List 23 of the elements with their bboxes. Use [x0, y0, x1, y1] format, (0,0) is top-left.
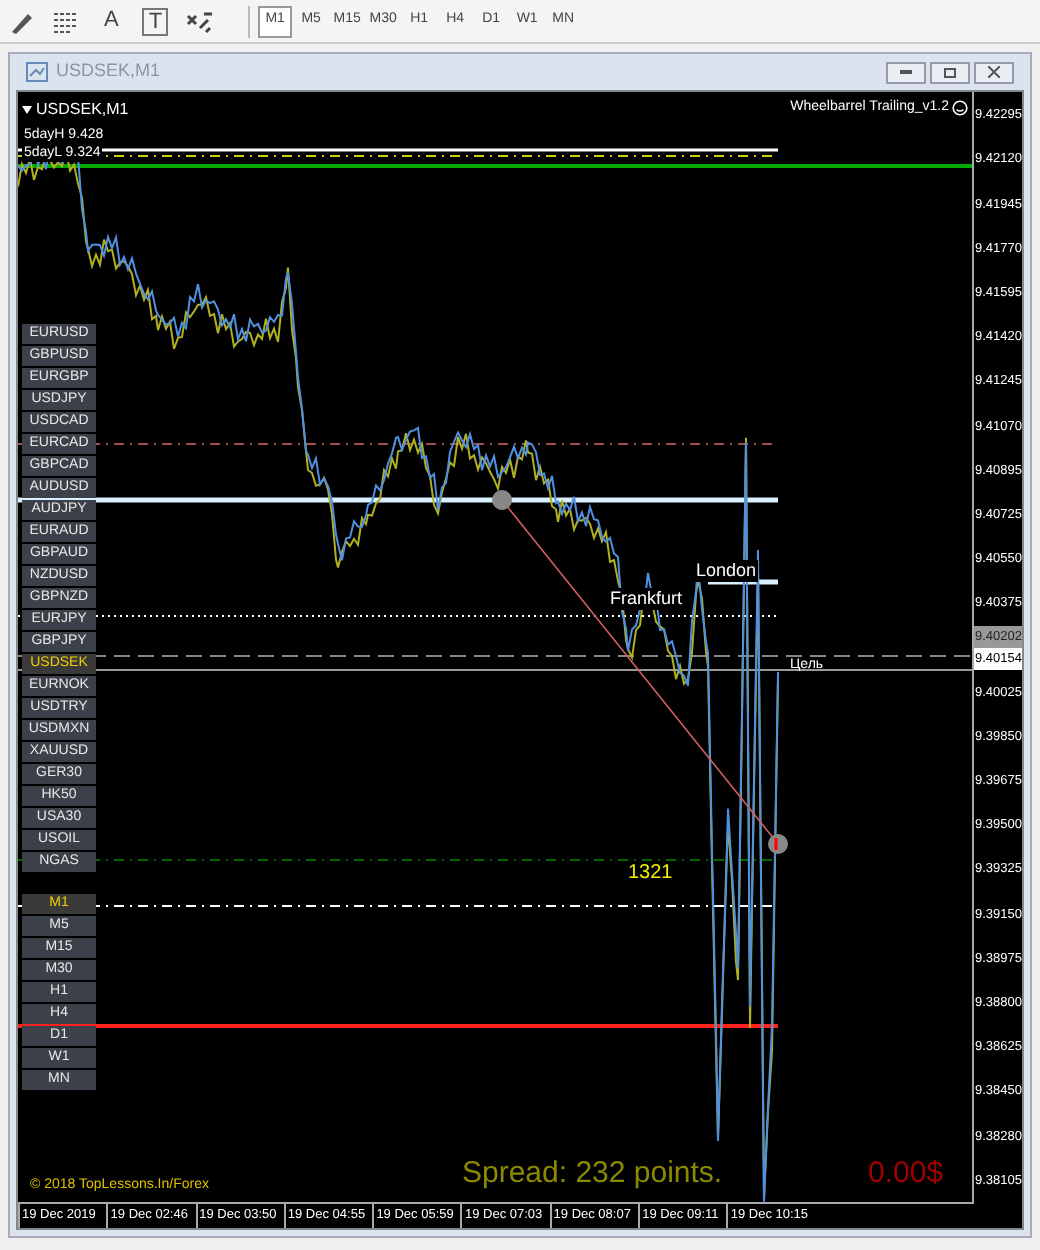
minimize-button[interactable] [886, 61, 926, 83]
close-button[interactable] [974, 61, 1014, 83]
lines-icon[interactable] [52, 7, 80, 35]
close-icon [988, 66, 1000, 78]
restore-button[interactable] [930, 61, 970, 83]
session-label: Frankfurt [608, 588, 685, 610]
spread-text: Spread: 232 points. [462, 1156, 723, 1192]
arrows-icon[interactable] [184, 7, 217, 35]
window-title: USDSEK,M1 [56, 58, 161, 85]
count-label: 1321 [628, 860, 673, 888]
chart-symbol-label: USDSEK,M1 [36, 98, 129, 122]
chart-window-icon [26, 62, 48, 82]
dropdown-triangle-icon[interactable] [22, 106, 32, 114]
minimize-icon [900, 70, 912, 74]
smiley-icon [951, 100, 967, 117]
level-line [708, 579, 778, 585]
text-label-tool-button[interactable]: T [142, 7, 169, 35]
restore-icon [944, 67, 956, 77]
trade-marker [768, 834, 788, 854]
session-label: London [694, 560, 759, 582]
trade-marker [492, 490, 512, 510]
profit-text: 0.00$ [868, 1156, 944, 1192]
text-tool-button[interactable]: A [96, 4, 127, 38]
